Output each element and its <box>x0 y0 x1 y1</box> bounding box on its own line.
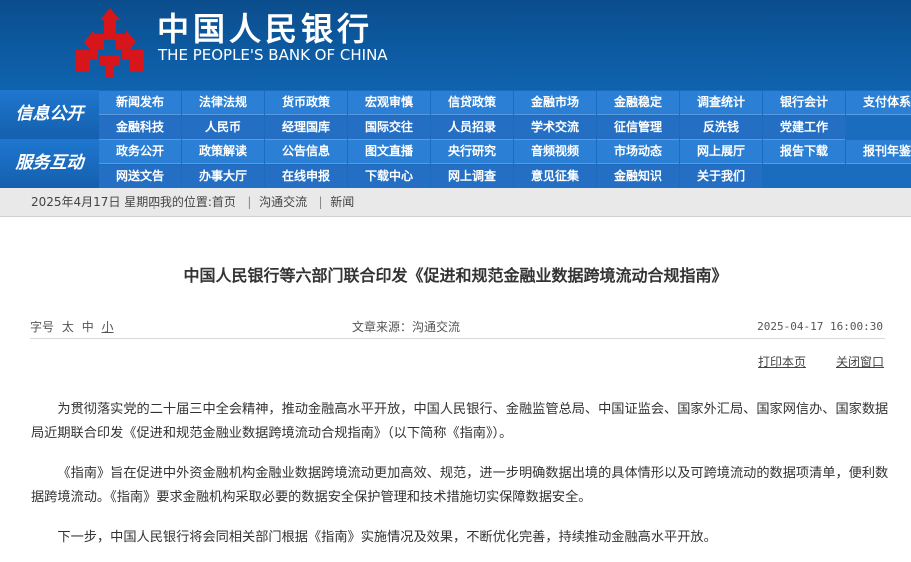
pboc-logo-icon[interactable] <box>70 6 150 80</box>
nav-item[interactable]: 网上调查 <box>431 165 513 189</box>
nav-section-label: 服务互动 <box>0 139 99 188</box>
breadcrumb-trail: | 我的位置:首页 | 沟通交流 | 新闻 <box>152 195 355 209</box>
breadcrumb-section-link[interactable]: 沟通交流 <box>259 195 307 209</box>
article-paragraph: 为贯彻落实党的二十届三中全会精神，推动金融高水平开放，中国人民银行、金融监管总局… <box>31 402 889 441</box>
font-size-large[interactable]: 太 <box>62 320 74 334</box>
nav-item[interactable]: 学术交流 <box>514 116 596 140</box>
nav-section-info: 信息公开 新闻发布 法律法规 货币政策 宏观审慎 信贷政策 金融市场 金融稳定 … <box>0 90 911 140</box>
breadcrumb-home-link[interactable]: 首页 <box>212 195 236 209</box>
site-title-cn: 中国人民银行 <box>157 10 374 48</box>
main-navigation: 信息公开 新闻发布 法律法规 货币政策 宏观审慎 信贷政策 金融市场 金融稳定 … <box>0 90 911 189</box>
nav-item[interactable]: 音频视频 <box>514 140 596 164</box>
nav-item[interactable]: 法律法规 <box>182 91 264 115</box>
nav-item[interactable]: 意见征集 <box>514 165 596 189</box>
nav-item[interactable]: 报刊年鉴 <box>846 140 911 164</box>
nav-item[interactable]: 信贷政策 <box>431 91 513 115</box>
nav-item[interactable]: 在线申报 <box>265 165 347 189</box>
nav-item[interactable]: 网送文告 <box>99 165 181 189</box>
nav-item[interactable]: 国际交往 <box>348 116 430 140</box>
font-size-medium[interactable]: 中 <box>82 320 94 334</box>
print-page-link[interactable]: 打印本页 <box>758 353 806 370</box>
article-info-bar: 字号 太 中 小 文章来源：沟通交流 2025-04-17 16:00:30 <box>30 316 885 339</box>
nav-item[interactable]: 金融科技 <box>99 116 181 140</box>
article-time: 2025-04-17 16:00:30 <box>757 320 883 333</box>
font-size-label: 字号 <box>30 320 55 334</box>
nav-item[interactable]: 货币政策 <box>265 91 347 115</box>
nav-item[interactable]: 公告信息 <box>265 140 347 164</box>
font-size-small[interactable]: 小 <box>102 320 114 334</box>
nav-item[interactable]: 市场动态 <box>597 140 679 164</box>
nav-section-service: 服务互动 政务公开 政策解读 公告信息 图文直播 央行研究 音频视频 市场动态 … <box>0 139 911 189</box>
site-title-en: THE PEOPLE'S BANK OF CHINA <box>158 46 388 64</box>
nav-item[interactable]: 人民币 <box>182 116 264 140</box>
site-header: 中国人民银行 THE PEOPLE'S BANK OF CHINA <box>0 0 911 90</box>
nav-row: 政务公开 政策解读 公告信息 图文直播 央行研究 音频视频 市场动态 网上展厅 … <box>99 140 911 164</box>
nav-row: 新闻发布 法律法规 货币政策 宏观审慎 信贷政策 金融市场 金融稳定 调查统计 … <box>99 91 911 115</box>
nav-item[interactable]: 金融知识 <box>597 165 679 189</box>
nav-item[interactable]: 银行会计 <box>763 91 845 115</box>
article-title: 中国人民银行等六部门联合印发《促进和规范金融业数据跨境流动合规指南》 <box>183 266 728 285</box>
nav-item[interactable]: 关于我们 <box>680 165 762 189</box>
nav-item[interactable]: 征信管理 <box>597 116 679 140</box>
nav-item[interactable]: 网上展厅 <box>680 140 762 164</box>
article-paragraph: 《指南》旨在促进中外资金融机构金融业数据跨境流动更加高效、规范，进一步明确数据出… <box>31 466 889 505</box>
nav-item[interactable]: 调查统计 <box>680 91 762 115</box>
nav-item[interactable]: 图文直播 <box>348 140 430 164</box>
nav-item[interactable]: 金融市场 <box>514 91 596 115</box>
nav-item[interactable]: 金融稳定 <box>597 91 679 115</box>
nav-item[interactable]: 政策解读 <box>182 140 264 164</box>
close-window-link[interactable]: 关闭窗口 <box>836 353 884 370</box>
font-size-control: 字号 太 中 小 <box>30 316 114 338</box>
nav-item[interactable]: 办事大厅 <box>182 165 264 189</box>
nav-item[interactable]: 经理国库 <box>265 116 347 140</box>
article-source: 文章来源：沟通交流 <box>352 320 461 334</box>
nav-item[interactable]: 新闻发布 <box>99 91 181 115</box>
nav-item[interactable]: 下载中心 <box>348 165 430 189</box>
article-paragraph: 下一步，中国人民银行将会同相关部门根据《指南》实施情况及效果，不断优化完善，持续… <box>57 530 717 545</box>
current-date: 2025年4月17日 星期四 <box>31 195 161 209</box>
breadcrumb: 2025年4月17日 星期四 | 我的位置:首页 | 沟通交流 | 新闻 <box>0 188 911 217</box>
nav-item[interactable]: 报告下载 <box>763 140 845 164</box>
nav-item[interactable]: 宏观审慎 <box>348 91 430 115</box>
nav-row: 金融科技 人民币 经理国库 国际交往 人员招录 学术交流 征信管理 反洗钱 党建… <box>99 116 846 140</box>
nav-item[interactable]: 人员招录 <box>431 116 513 140</box>
nav-item[interactable]: 支付体系 <box>846 91 911 115</box>
nav-item[interactable]: 政务公开 <box>99 140 181 164</box>
nav-item[interactable]: 党建工作 <box>763 116 845 140</box>
breadcrumb-prefix: 我的位置: <box>159 195 212 209</box>
nav-section-label: 信息公开 <box>0 90 99 139</box>
nav-row: 网送文告 办事大厅 在线申报 下载中心 网上调查 意见征集 金融知识 关于我们 <box>99 165 763 189</box>
nav-item[interactable]: 央行研究 <box>431 140 513 164</box>
nav-item[interactable]: 反洗钱 <box>680 116 762 140</box>
breadcrumb-current-link[interactable]: 新闻 <box>330 195 354 209</box>
